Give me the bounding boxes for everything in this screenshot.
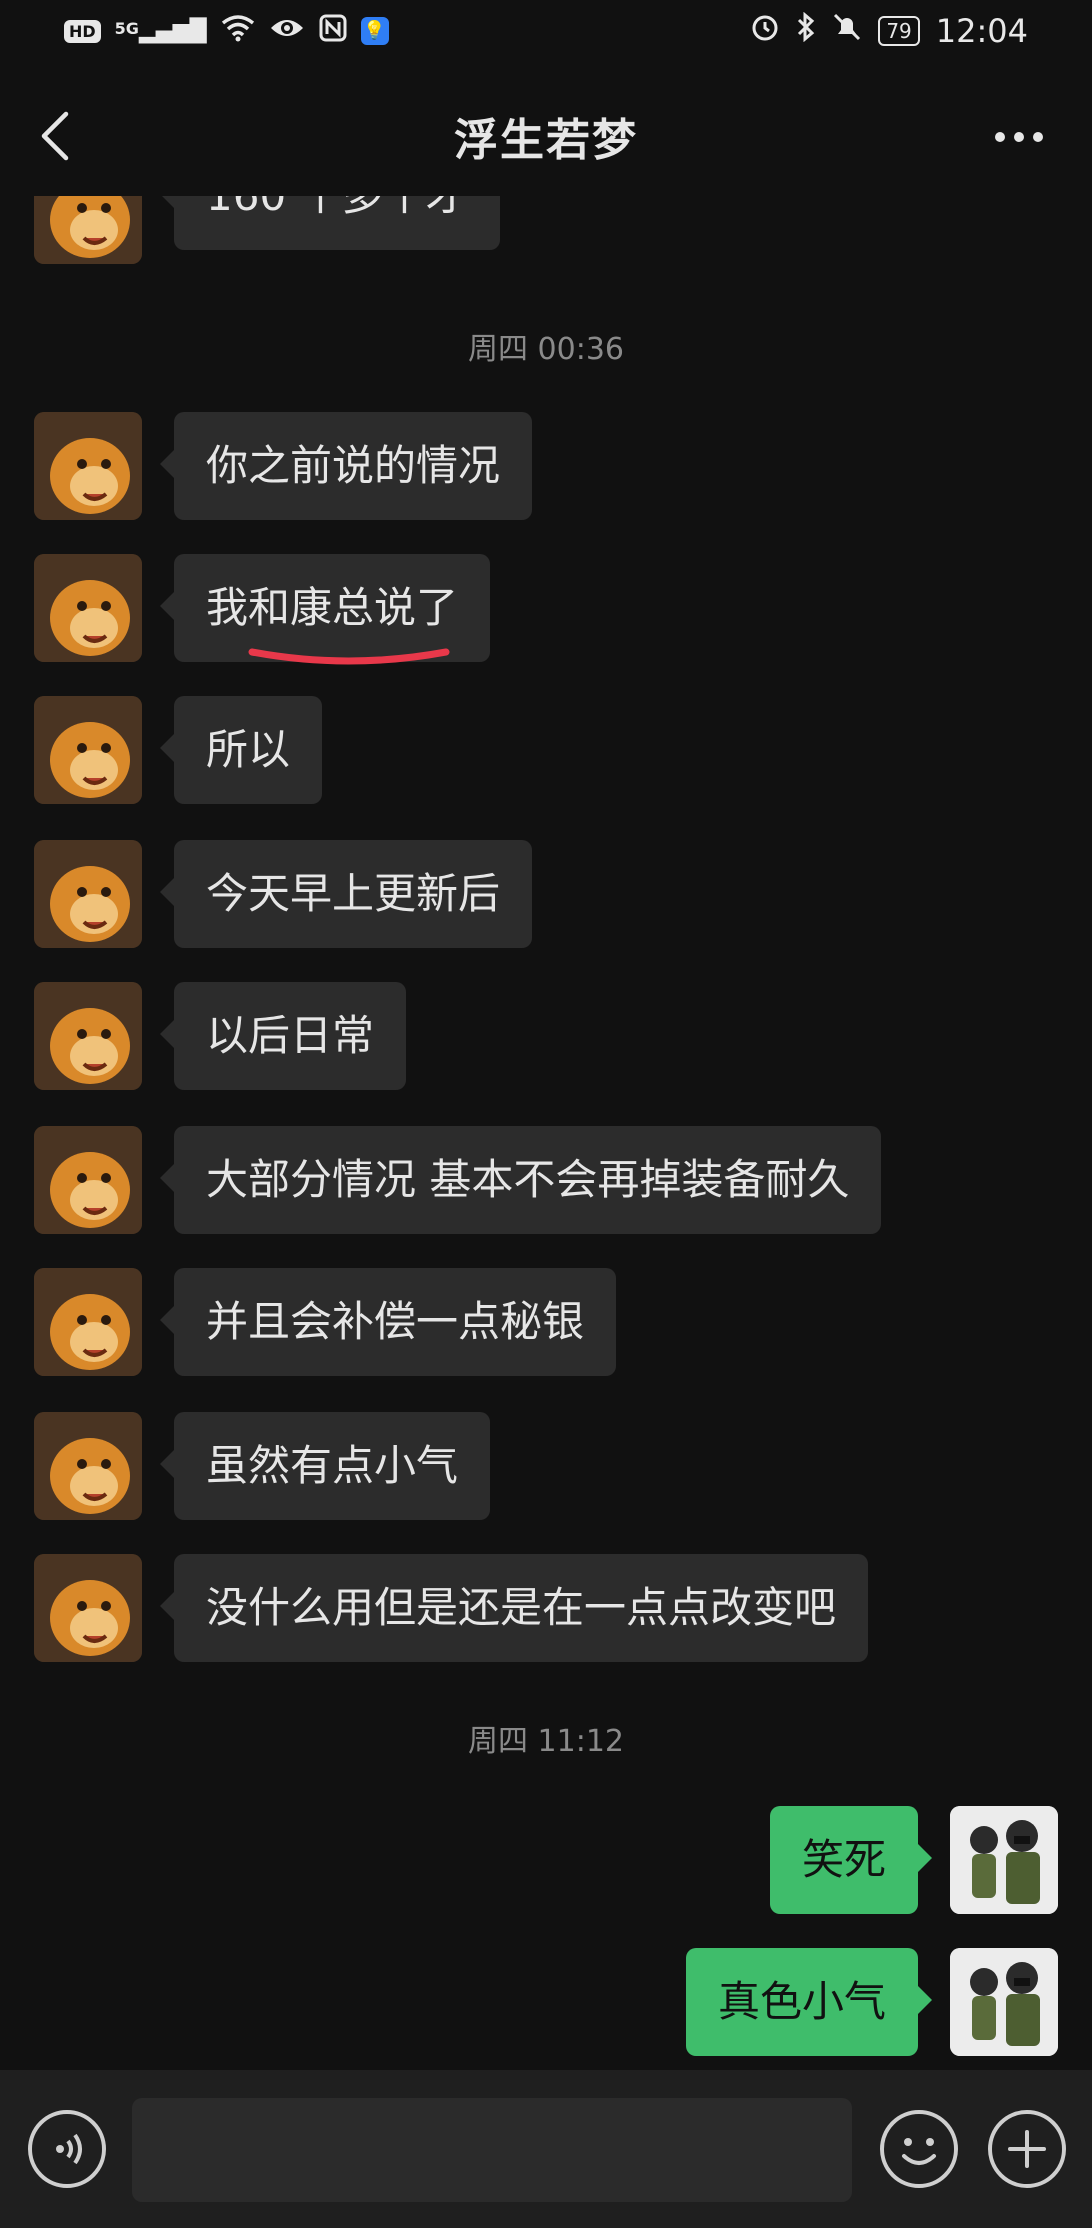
nfc-icon [319, 14, 347, 48]
message-bubble[interactable]: 160 个多个才 [160, 196, 500, 250]
chat-header: 浮生若梦 [0, 66, 1092, 196]
contact-avatar[interactable] [34, 554, 142, 662]
message-bubble[interactable]: 以后日常 [159, 982, 407, 1090]
message-bubble[interactable]: 并且会补偿一点秘银 [159, 1268, 617, 1376]
message-bubble[interactable]: 没什么用但是还是在一点点改变吧 [159, 1554, 869, 1662]
more-dots-icon[interactable] [994, 112, 1044, 143]
chat-title: 浮生若梦 [454, 115, 638, 166]
message-bubble[interactable]: 你之前说的情况 [159, 412, 533, 520]
message-bubble[interactable]: 大部分情况 基本不会再掉装备耐久 [159, 1126, 882, 1234]
message-input[interactable] [132, 2098, 852, 2202]
red-underline-mark [248, 648, 450, 665]
status-left-icons: HD 5G▂▄▆█ 💡 [64, 14, 389, 48]
contact-avatar[interactable] [34, 1412, 142, 1520]
contact-avatar[interactable] [34, 412, 142, 520]
contact-avatar[interactable] [34, 696, 142, 804]
hd-badge: HD [64, 19, 101, 43]
contact-avatar[interactable] [34, 1268, 142, 1376]
message-bubble-outgoing[interactable]: 真色小气 [685, 1948, 933, 2056]
input-bar [0, 2070, 1092, 2228]
wifi-icon [221, 14, 255, 48]
eye-icon [269, 16, 305, 46]
message-bubble[interactable]: 所以 [159, 696, 323, 804]
bulb-icon: 💡 [360, 17, 389, 45]
contact-avatar[interactable] [34, 982, 142, 1090]
bluetooth-icon [796, 11, 816, 50]
message-bubble-outgoing[interactable]: 笑死 [769, 1806, 933, 1914]
signal-icon: 5G▂▄▆█ [114, 18, 207, 44]
voice-icon[interactable] [28, 2110, 106, 2188]
status-right-icons: 79 12:04 [750, 11, 1028, 50]
user-avatar[interactable] [950, 1948, 1058, 2056]
time-separator: 周四 11:12 [468, 1724, 624, 1759]
contact-avatar[interactable] [34, 1126, 142, 1234]
battery-indicator: 79 [878, 16, 920, 46]
alarm-icon [750, 12, 780, 50]
contact-avatar[interactable] [34, 1554, 142, 1662]
contact-avatar[interactable] [34, 196, 142, 264]
time-separator: 周四 00:36 [468, 332, 624, 367]
mute-bell-icon [832, 12, 862, 50]
message-bubble[interactable]: 今天早上更新后 [159, 840, 533, 948]
message-bubble[interactable]: 虽然有点小气 [159, 1412, 491, 1520]
status-bar: HD 5G▂▄▆█ 💡 79 12:04 [0, 0, 1092, 66]
plus-icon[interactable] [988, 2110, 1066, 2188]
user-avatar[interactable] [950, 1806, 1058, 1914]
message-list[interactable]: 160 个多个才 周四 00:36 你之前说的情况 我和康总说了 所以 今天早上… [0, 196, 1092, 2070]
emoji-icon[interactable] [880, 2110, 958, 2188]
contact-avatar[interactable] [34, 840, 142, 948]
clock: 12:04 [935, 12, 1028, 50]
